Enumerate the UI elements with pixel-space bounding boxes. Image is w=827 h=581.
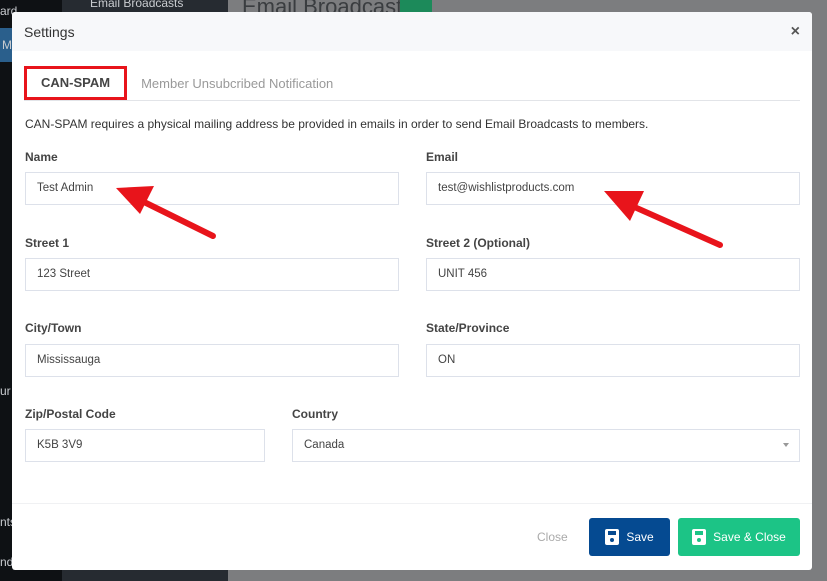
- street2-label: Street 2 (Optional): [426, 236, 531, 250]
- save-button[interactable]: Save: [589, 518, 670, 556]
- bg-fragment: ur: [0, 384, 11, 398]
- sidebar-item-email-broadcasts[interactable]: Email Broadcasts: [90, 0, 183, 10]
- save-label: Save: [626, 530, 654, 544]
- settings-modal: Settings × CAN-SPAM Member Unsubcribed N…: [12, 12, 812, 570]
- country-select[interactable]: Canada: [292, 429, 800, 462]
- modal-header: Settings ×: [12, 12, 812, 51]
- save-icon: [605, 529, 620, 545]
- state-label: State/Province: [426, 321, 510, 335]
- zip-field[interactable]: K5B 3V9: [25, 429, 265, 462]
- street1-field[interactable]: 123 Street: [25, 258, 399, 291]
- save-close-button[interactable]: Save & Close: [678, 518, 800, 556]
- bg-fragment: M: [2, 38, 12, 52]
- street2-field[interactable]: UNIT 456: [426, 258, 800, 291]
- close-icon[interactable]: ×: [791, 23, 800, 41]
- name-field[interactable]: Test Admin: [25, 172, 399, 205]
- chevron-down-icon: [783, 443, 789, 447]
- state-field[interactable]: ON: [426, 344, 800, 377]
- country-label: Country: [292, 407, 338, 421]
- footer-divider: [12, 503, 812, 504]
- save-close-label: Save & Close: [713, 530, 786, 544]
- email-field[interactable]: test@wishlistproducts.com: [426, 172, 800, 205]
- street1-label: Street 1: [25, 236, 70, 250]
- name-label: Name: [25, 150, 58, 164]
- city-label: City/Town: [25, 321, 82, 335]
- email-label: Email: [426, 150, 459, 164]
- country-value: Canada: [304, 439, 345, 451]
- save-icon: [692, 529, 707, 545]
- close-button[interactable]: Close: [537, 530, 568, 544]
- zip-label: Zip/Postal Code: [25, 407, 116, 421]
- city-field[interactable]: Mississauga: [25, 344, 399, 377]
- add-button[interactable]: [400, 0, 432, 12]
- tab-bar: CAN-SPAM Member Unsubcribed Notification: [24, 66, 800, 101]
- tab-member-unsubscribed-notification[interactable]: Member Unsubcribed Notification: [127, 67, 347, 101]
- tab-can-spam[interactable]: CAN-SPAM: [24, 66, 128, 100]
- modal-title: Settings: [24, 23, 75, 40]
- description: CAN-SPAM requires a physical mailing add…: [25, 117, 649, 131]
